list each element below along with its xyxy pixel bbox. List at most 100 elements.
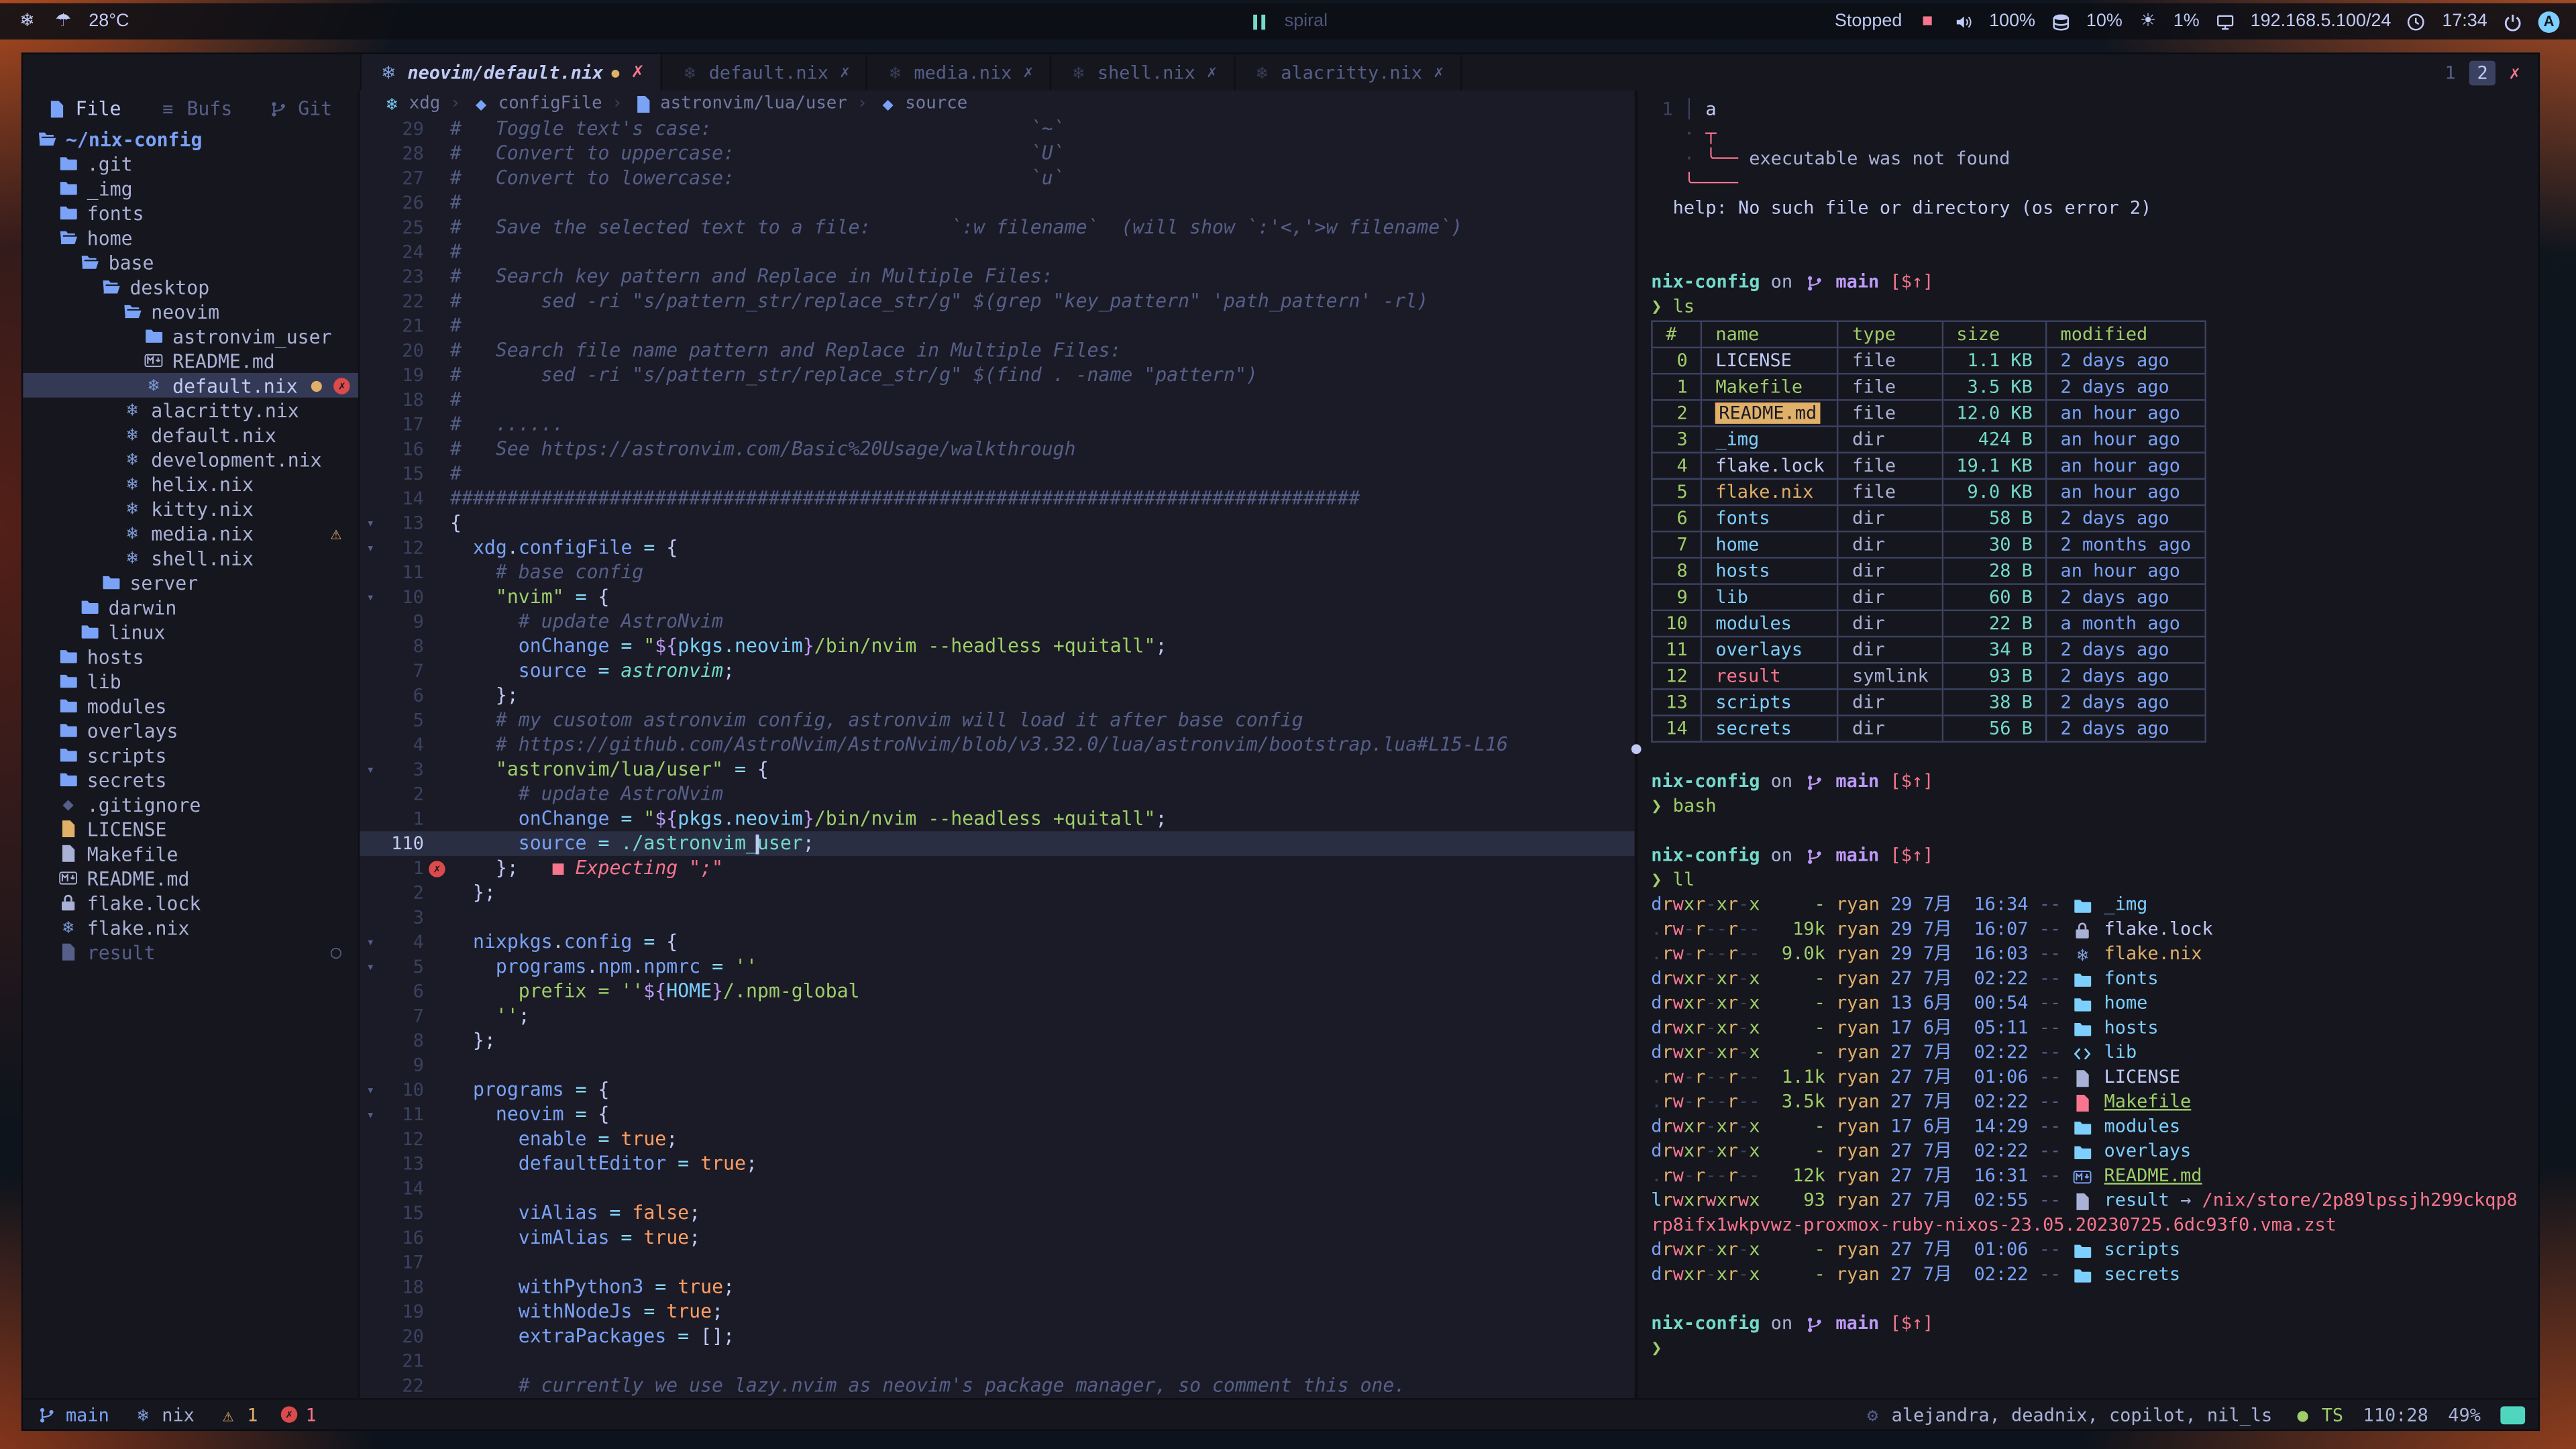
tree-item[interactable]: ❄development.nix: [23, 447, 358, 472]
code-line[interactable]: 18#: [360, 388, 1634, 413]
code-line[interactable]: 2 # update AstroNvim: [360, 782, 1634, 807]
tree-item[interactable]: .git: [23, 151, 358, 176]
tree-item[interactable]: home: [23, 225, 358, 250]
tree-item[interactable]: result○: [23, 940, 358, 965]
tree-item[interactable]: lib: [23, 669, 358, 694]
tree-item[interactable]: ❄alacritty.nix: [23, 398, 358, 423]
code-line[interactable]: 27# Convert to lowercase: `u`: [360, 166, 1634, 191]
code-line[interactable]: 7 '';: [360, 1004, 1634, 1028]
topbar-label[interactable]: 192.168.5.100/24: [2251, 11, 2392, 31]
terminal[interactable]: 1 │ a · ┬ · ╰── executable was not found…: [1638, 91, 2538, 1398]
code-line[interactable]: 16# See https://astronvim.com/Basic%20Us…: [360, 437, 1634, 462]
tree-item[interactable]: scripts: [23, 743, 358, 767]
code-line[interactable]: ▾12 xdg.configFile = {: [360, 535, 1634, 560]
tree-item[interactable]: secrets: [23, 767, 358, 792]
topbar-module-power[interactable]: [2502, 11, 2524, 32]
close-icon[interactable]: ✗: [840, 63, 850, 81]
code-line[interactable]: 15#: [360, 462, 1634, 486]
code-line[interactable]: 29# Toggle text's case: `~`: [360, 117, 1634, 142]
close-icon[interactable]: ✗: [1024, 63, 1034, 81]
buffer-tab[interactable]: ❄media.nix✗: [868, 54, 1051, 91]
window-separator-handle[interactable]: [1631, 744, 1642, 754]
code-line[interactable]: 3: [360, 905, 1634, 930]
code-line[interactable]: 15 viAlias = false;: [360, 1201, 1634, 1226]
tree-item[interactable]: hosts: [23, 644, 358, 669]
pane-divider[interactable]: [1635, 91, 1638, 1398]
code-line[interactable]: 25# Save the selected text to a file: `:…: [360, 215, 1634, 240]
code-line[interactable]: 24#: [360, 240, 1634, 265]
code-line[interactable]: 22 # currently we use lazy.nvim as neovi…: [360, 1373, 1634, 1398]
topbar-module-network[interactable]: [2214, 11, 2236, 32]
tree-item[interactable]: overlays: [23, 718, 358, 743]
code-line[interactable]: 21#: [360, 314, 1634, 339]
statusline-diagnostics-warning[interactable]: ⚠1: [217, 1404, 258, 1426]
statusline-git-branch[interactable]: main: [36, 1404, 109, 1426]
tree-item[interactable]: flake.lock: [23, 890, 358, 915]
tree-item[interactable]: Makefile: [23, 841, 358, 866]
buffer-tab[interactable]: ❄shell.nix✗: [1051, 54, 1234, 91]
code-line[interactable]: ▾10 programs = {: [360, 1078, 1634, 1103]
code-line[interactable]: 12 enable = true;: [360, 1127, 1634, 1152]
fold-arrow[interactable]: ▾: [360, 585, 381, 610]
tree-item[interactable]: base: [23, 250, 358, 274]
code-line[interactable]: ▾11 neovim = {: [360, 1102, 1634, 1127]
explorer-tab-bufs[interactable]: ≡Bufs: [157, 97, 232, 119]
code-line[interactable]: 8 onChange = "${pkgs.neovim}/bin/nvim --…: [360, 634, 1634, 659]
fold-arrow[interactable]: ▾: [360, 930, 381, 955]
fold-arrow[interactable]: ▾: [360, 757, 381, 782]
tree-item[interactable]: LICENSE: [23, 816, 358, 841]
fold-arrow[interactable]: ▾: [360, 511, 381, 536]
code-line[interactable]: 26#: [360, 191, 1634, 215]
tabpage-1[interactable]: 1: [2436, 60, 2464, 85]
code-line[interactable]: 1 onChange = "${pkgs.neovim}/bin/nvim --…: [360, 806, 1634, 831]
close-icon[interactable]: ✗: [631, 63, 645, 81]
code-line[interactable]: 14######################################…: [360, 486, 1634, 511]
code-line[interactable]: 17# ......: [360, 413, 1634, 437]
code-line[interactable]: 13 defaultEditor = true;: [360, 1152, 1634, 1177]
code-line[interactable]: 14: [360, 1176, 1634, 1201]
tree-item[interactable]: darwin: [23, 595, 358, 620]
code-line[interactable]: 9 # update AstroNvim: [360, 610, 1634, 635]
topbar-module-sun[interactable]: ☀: [2137, 11, 2159, 32]
tree-item[interactable]: astronvim_user: [23, 323, 358, 348]
fold-arrow[interactable]: ▾: [360, 1102, 381, 1127]
tree-item[interactable]: ❄media.nix⚠: [23, 521, 358, 545]
fold-arrow[interactable]: ▾: [360, 1078, 381, 1103]
file-explorer[interactable]: File≡BufsGit ~/nix-config.git_imgfontsho…: [23, 91, 360, 1398]
tree-item[interactable]: neovim: [23, 299, 358, 324]
tree-item[interactable]: ~/nix-config: [23, 127, 358, 152]
tree-item[interactable]: modules: [23, 693, 358, 718]
code-line[interactable]: 20 extraPackages = [];: [360, 1324, 1634, 1349]
tree-item[interactable]: ❄shell.nix: [23, 545, 358, 570]
topbar-label[interactable]: 28°C: [89, 11, 129, 31]
editor[interactable]: ❄xdg›◆configFile›astronvim/lua/user›◆sou…: [360, 91, 1634, 1398]
fold-arrow[interactable]: ▾: [360, 955, 381, 979]
code-line[interactable]: 4 # https://github.com/AstroNvim/AstroNv…: [360, 733, 1634, 757]
code-line[interactable]: 110 source = ./astronvim_user;: [360, 831, 1634, 856]
tree-item[interactable]: ❄default.nix: [23, 422, 358, 447]
close-icon[interactable]: ✗: [1434, 63, 1444, 81]
code-line[interactable]: ▾4 nixpkgs.config = {: [360, 930, 1634, 955]
topbar-module-speaker[interactable]: [1953, 11, 1974, 32]
explorer-tab-git[interactable]: Git: [268, 97, 332, 119]
buffer-tab[interactable]: ❄neovim/default.nix●✗: [362, 54, 663, 91]
code-line[interactable]: 19 withNodeJs = true;: [360, 1299, 1634, 1324]
topbar-module-circle-a[interactable]: A: [2538, 11, 2560, 32]
topbar-module-clock[interactable]: [2406, 11, 2427, 32]
code-line[interactable]: 8 };: [360, 1028, 1634, 1053]
code-line[interactable]: 16 vimAlias = true;: [360, 1226, 1634, 1250]
code-line[interactable]: ▾13{: [360, 511, 1634, 536]
code-line[interactable]: 22# sed -ri "s/pattern_str/replace_str/g…: [360, 289, 1634, 314]
tree-item[interactable]: ❄default.nix●✗: [23, 373, 358, 398]
code-line[interactable]: 23# Search key pattern and Replace in Mu…: [360, 264, 1634, 289]
code-line[interactable]: 17: [360, 1250, 1634, 1275]
code-line[interactable]: 18 withPython3 = true;: [360, 1275, 1634, 1299]
code-line[interactable]: ▾3 "astronvim/lua/user" = {: [360, 757, 1634, 782]
code-line[interactable]: 5 # my cusotom astronvim config, astronv…: [360, 708, 1634, 733]
buffer-tab[interactable]: ❄alacritty.nix✗: [1235, 54, 1462, 91]
tree-item[interactable]: ❄flake.nix: [23, 915, 358, 940]
code-line[interactable]: 1✗ }; ■ Expecting ";": [360, 856, 1634, 881]
tree-item[interactable]: ❄kitty.nix: [23, 496, 358, 521]
close-icon[interactable]: ✗: [1207, 63, 1217, 81]
topbar-module-umbrella[interactable]: ☂: [52, 11, 74, 32]
